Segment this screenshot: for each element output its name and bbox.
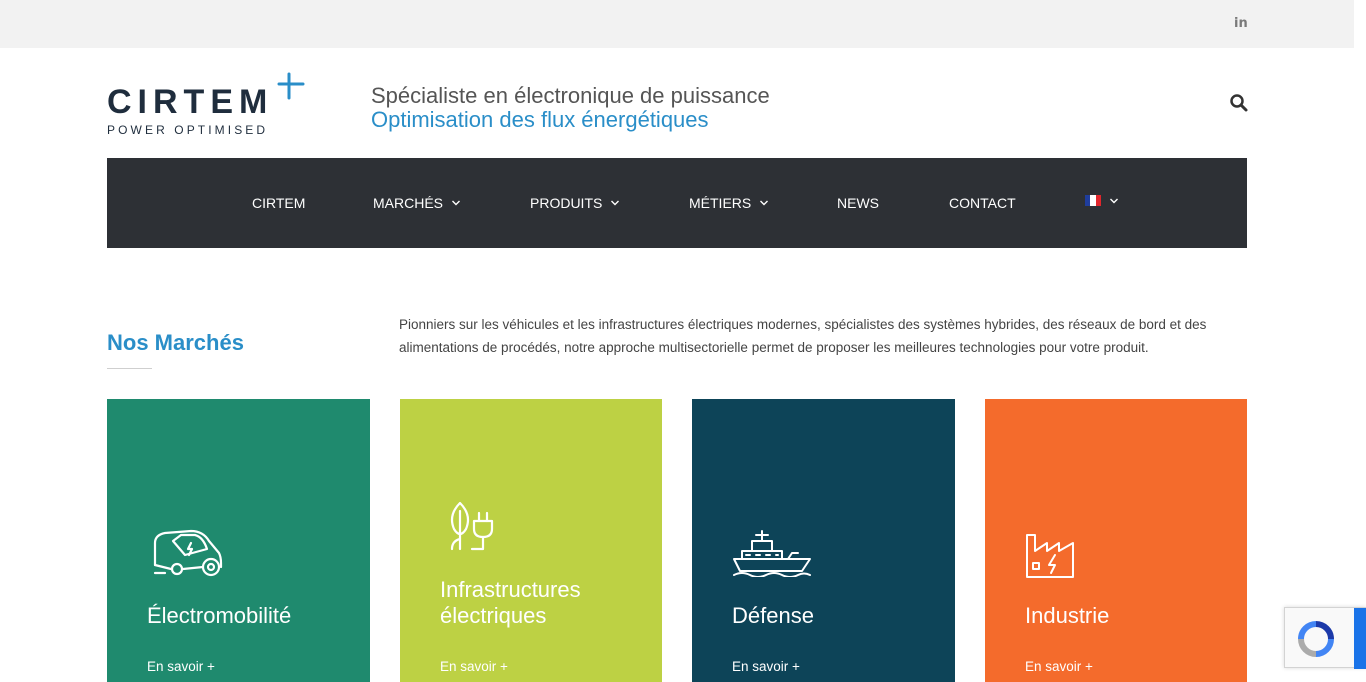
- top-bar: in: [0, 0, 1354, 48]
- market-card-industrie[interactable]: Industrie En savoir +: [985, 399, 1247, 682]
- title-underline: [107, 368, 152, 369]
- nav-label: CIRTEM: [252, 195, 306, 211]
- nav-item-contact[interactable]: CONTACT: [949, 195, 1016, 211]
- card-title: Infrastructures: [440, 577, 581, 602]
- learn-more-link[interactable]: En savoir +: [1025, 659, 1093, 674]
- section-title: Nos Marchés: [107, 330, 244, 355]
- market-card-electromobilite[interactable]: Électromobilité En savoir +: [107, 399, 370, 682]
- nav-item-produits[interactable]: PRODUITS: [530, 195, 620, 211]
- recaptcha-tab: [1354, 608, 1366, 669]
- nav-item-metiers[interactable]: MÉTIERS: [689, 195, 769, 211]
- card-title-line2: électriques: [440, 603, 547, 628]
- nav-label: MARCHÉS: [373, 195, 444, 211]
- card-title: Défense: [732, 603, 814, 628]
- learn-more-link[interactable]: En savoir +: [440, 659, 508, 674]
- tagline-primary: Spécialiste en électronique de puissance: [371, 83, 770, 108]
- recaptcha-icon: [1298, 621, 1334, 657]
- nav-label: NEWS: [837, 195, 879, 211]
- learn-more-link[interactable]: En savoir +: [147, 659, 215, 674]
- chevron-down-icon: [1110, 198, 1118, 203]
- card-title: Électromobilité: [147, 603, 292, 628]
- market-card-defense[interactable]: Défense En savoir +: [692, 399, 955, 682]
- logo[interactable]: CIRTEM POWER OPTIMISED: [107, 70, 307, 138]
- logo-subtitle: POWER OPTIMISED: [107, 123, 268, 137]
- market-card-infrastructures[interactable]: Infrastructures électriques En savoir +: [400, 399, 662, 682]
- recaptcha-badge[interactable]: [1284, 607, 1366, 669]
- page-edge: [1354, 0, 1366, 682]
- nav-item-news[interactable]: NEWS: [837, 195, 879, 211]
- tagline-secondary: Optimisation des flux énergétiques: [371, 107, 709, 132]
- factory-icon: [1026, 534, 1074, 578]
- card-title: Industrie: [1025, 603, 1110, 628]
- nav-label: PRODUITS: [530, 195, 603, 211]
- french-flag-icon: [1085, 195, 1101, 206]
- chevron-down-icon: [611, 200, 620, 206]
- nav-item-cirtem[interactable]: CIRTEM: [252, 195, 305, 211]
- ship-icon: [733, 530, 811, 577]
- learn-more-link[interactable]: En savoir +: [732, 659, 800, 674]
- section-intro: Pionniers sur les véhicules et les infra…: [399, 317, 1207, 355]
- main-nav: CIRTEM MARCHÉS PRODUITS MÉTIERS NEWS CON…: [107, 158, 1247, 248]
- electric-car-icon: [153, 529, 223, 577]
- logo-wordmark: CIRTEM: [107, 83, 273, 121]
- search-icon[interactable]: [1229, 93, 1249, 113]
- language-selector[interactable]: [1085, 195, 1119, 206]
- chevron-down-icon: [760, 200, 769, 206]
- linkedin-icon[interactable]: in: [1234, 16, 1248, 31]
- chevron-down-icon: [452, 200, 461, 206]
- nav-label: MÉTIERS: [689, 195, 752, 211]
- nav-label: CONTACT: [949, 195, 1016, 211]
- plug-leaf-icon: [450, 501, 494, 551]
- nav-item-marches[interactable]: MARCHÉS: [373, 195, 461, 211]
